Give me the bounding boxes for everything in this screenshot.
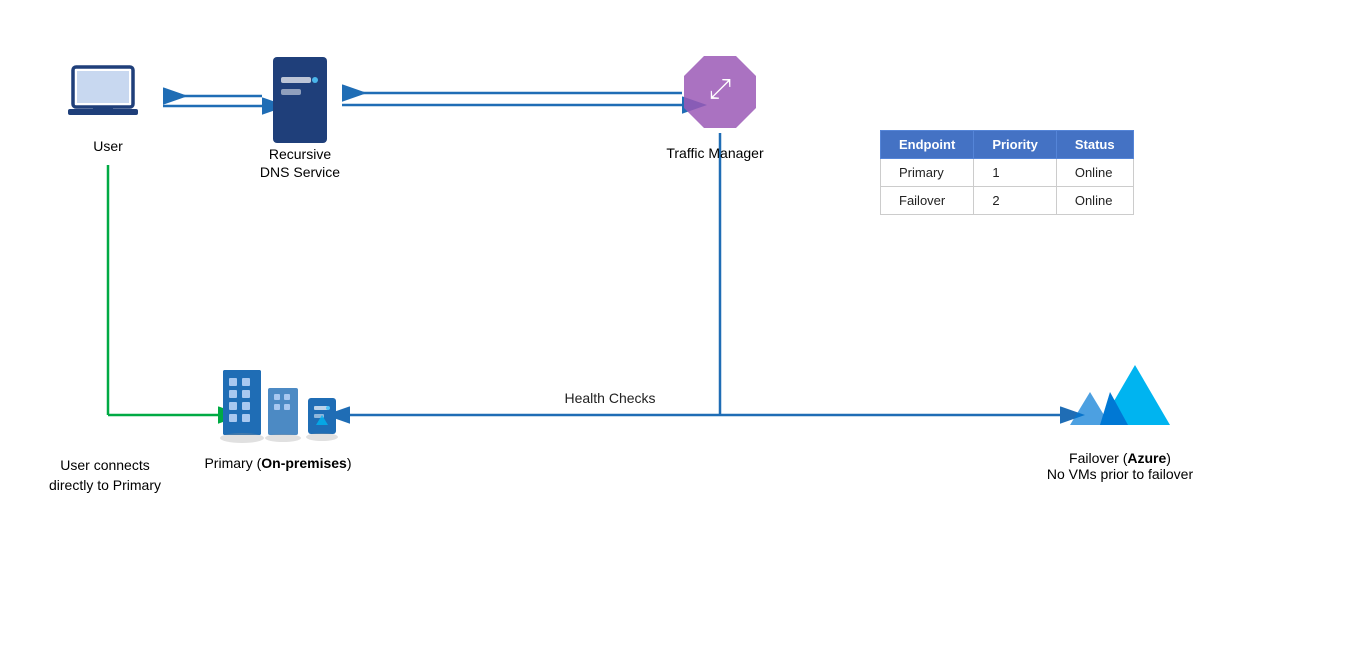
on-premises-label: Primary (On-premises) [178, 455, 378, 471]
table-cell-priority: 1 [974, 159, 1057, 187]
diagram-container: User Recursive DNS Service ⤢ Traffic Man… [0, 0, 1350, 656]
table-header-priority: Priority [974, 131, 1057, 159]
on-premises-icon [218, 360, 348, 450]
table-cell-endpoint: Failover [881, 187, 974, 215]
user-label: User [68, 138, 148, 154]
azure-icon [1060, 350, 1180, 440]
table-row: Primary 1 Online [881, 159, 1134, 187]
arrows-svg [0, 0, 1350, 656]
dns-icon [265, 55, 335, 135]
table-cell-status: Online [1056, 159, 1133, 187]
table-header-endpoint: Endpoint [881, 131, 974, 159]
table-cell-status: Online [1056, 187, 1133, 215]
table-cell-priority: 2 [974, 187, 1057, 215]
table-row: Failover 2 Online [881, 187, 1134, 215]
user-icon [68, 62, 148, 132]
dns-label: Recursive DNS Service [240, 145, 360, 181]
user-connects-label: User connects directly to Primary [20, 456, 190, 495]
svg-text:⤢: ⤢ [709, 73, 731, 104]
priority-table: Endpoint Priority Status Primary 1 Onlin… [880, 130, 1134, 215]
table-cell-endpoint: Primary [881, 159, 974, 187]
health-checks-label: Health Checks [510, 390, 710, 406]
azure-label: Failover (Azure) No VMs prior to failove… [1010, 450, 1230, 482]
traffic-manager-label: Traffic Manager [620, 145, 810, 161]
table-header-status: Status [1056, 131, 1133, 159]
traffic-manager-icon: ⤢ [680, 52, 760, 132]
